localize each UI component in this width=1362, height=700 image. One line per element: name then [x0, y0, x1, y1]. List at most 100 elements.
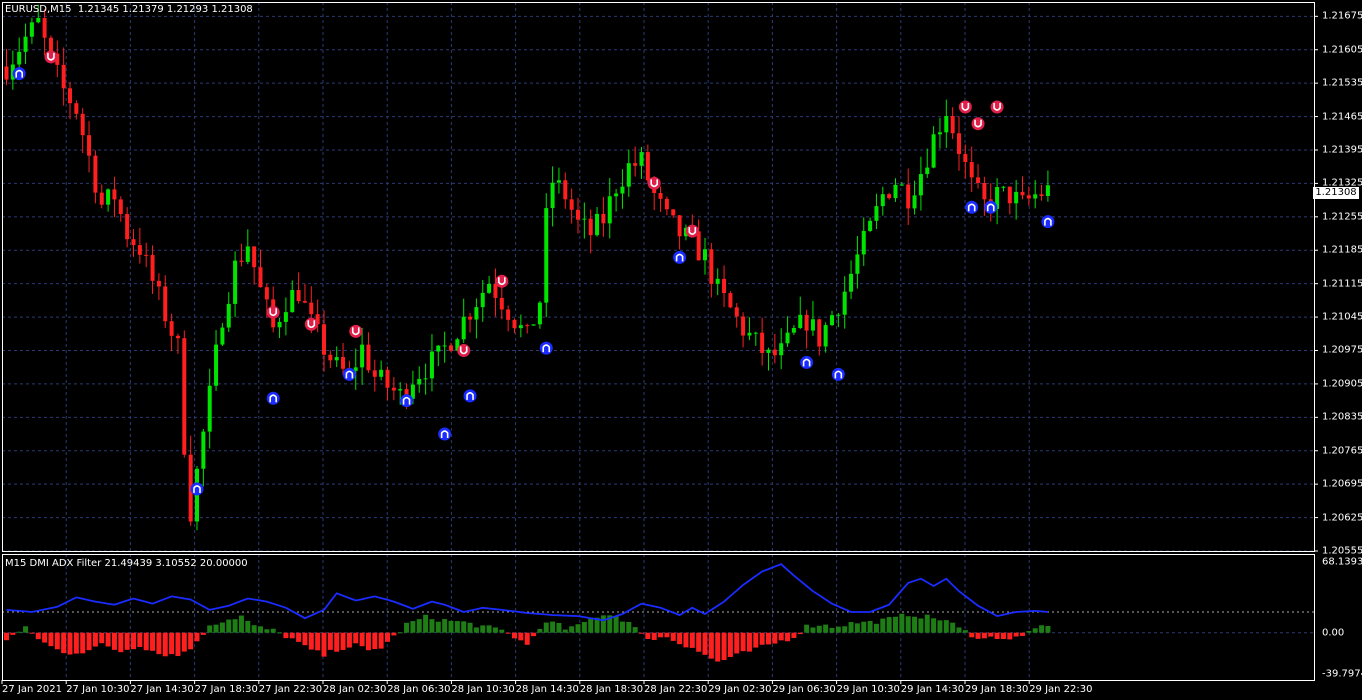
histogram-bar — [283, 632, 289, 639]
price-axis-label: 1.21255 — [1322, 211, 1362, 223]
candle-body — [925, 167, 930, 175]
candle-body — [474, 307, 479, 320]
histogram-bar — [905, 616, 911, 633]
histogram-bar — [80, 632, 86, 654]
candle-body — [556, 180, 561, 183]
candle-body — [87, 135, 92, 156]
histogram-bar — [1007, 632, 1013, 640]
histogram-bar — [4, 632, 9, 641]
histogram-bar — [931, 618, 937, 633]
candle-body — [810, 319, 815, 331]
sell-arrow-icon — [266, 305, 280, 319]
candle-body — [855, 254, 860, 274]
buy-arrow-icon — [190, 482, 204, 496]
sell-arrow-icon — [495, 274, 509, 288]
candle-body — [328, 354, 333, 361]
histogram-bar — [1032, 628, 1038, 633]
histogram-bar — [962, 630, 968, 633]
histogram-bar — [715, 632, 721, 662]
histogram-bar — [664, 632, 670, 638]
histogram-bar — [150, 632, 156, 651]
histogram-bar — [473, 627, 479, 633]
histogram-bar — [213, 624, 219, 633]
candle-body — [322, 324, 326, 355]
candle-body — [182, 338, 187, 455]
candle-body — [175, 335, 180, 339]
candle-body — [283, 312, 288, 322]
candle-body — [798, 314, 803, 329]
candle-body — [595, 213, 600, 236]
histogram-bar — [759, 632, 765, 645]
candle-body — [233, 260, 238, 304]
histogram-bar — [397, 632, 403, 634]
current-price-label: 1.21308 — [1313, 187, 1359, 199]
histogram-bar — [10, 632, 16, 635]
trading-chart[interactable] — [0, 0, 1362, 700]
candle-body — [944, 116, 949, 133]
candle-body — [487, 283, 492, 293]
indicator-scale-zero: 0.00 — [1322, 627, 1345, 639]
price-axis-label: 1.21045 — [1322, 311, 1362, 323]
price-axis-label: 1.21675 — [1322, 10, 1362, 22]
sell-arrow-icon — [349, 324, 363, 338]
histogram-bar — [619, 621, 625, 633]
buy-arrow-icon — [463, 389, 477, 403]
candle-body — [112, 189, 117, 200]
histogram-bar — [861, 621, 867, 633]
candle-body — [220, 327, 225, 345]
time-axis-label: 29 Jan 22:30 — [1029, 684, 1093, 695]
candle-body — [201, 431, 206, 469]
candle-body — [785, 332, 790, 344]
candle-body — [734, 307, 739, 317]
price-axis-label: 1.20975 — [1322, 344, 1362, 356]
candle-body — [899, 184, 904, 186]
time-axis-label: 29 Jan 06:30 — [772, 684, 836, 695]
histogram-bar — [696, 632, 702, 652]
candles-layer — [4, 4, 1050, 531]
candle-body — [976, 177, 981, 183]
histogram-bar — [232, 619, 238, 633]
candle-body — [125, 214, 130, 240]
candle-body — [480, 292, 485, 308]
candle-body — [436, 345, 441, 352]
candle-body — [747, 332, 752, 336]
candle-body — [868, 220, 873, 231]
candle-body — [1007, 186, 1012, 204]
candle-body — [588, 218, 593, 236]
candle-body — [417, 378, 422, 385]
histogram-bar — [245, 620, 251, 633]
buy-arrow-icon — [266, 391, 280, 405]
candle-body — [252, 246, 257, 268]
candle-body — [703, 249, 707, 261]
histogram-bar — [829, 627, 835, 633]
histogram-bar — [626, 621, 632, 633]
buy-arrow-icon — [12, 67, 26, 81]
candle-body — [817, 319, 822, 347]
histogram-bar — [778, 632, 784, 641]
candle-body — [68, 88, 72, 104]
histogram-bar — [918, 618, 924, 633]
histogram-bar — [315, 632, 321, 651]
candle-body — [906, 184, 911, 209]
histogram-bar — [562, 629, 568, 633]
histogram-bar — [956, 627, 962, 633]
candle-body — [1033, 194, 1038, 199]
candle-body — [360, 344, 365, 368]
histogram-bar — [410, 621, 416, 633]
histogram-bar — [766, 632, 771, 645]
candle-body — [258, 267, 263, 288]
time-axis-label: 28 Jan 18:30 — [579, 684, 644, 695]
candle-body — [106, 189, 111, 205]
histogram-bar — [912, 616, 918, 633]
candle-body — [893, 184, 898, 199]
time-axis-label: 28 Jan 22:30 — [644, 684, 708, 695]
histogram-bar — [975, 632, 981, 639]
price-axis-label: 1.21535 — [1322, 77, 1362, 89]
histogram-bar — [524, 632, 530, 645]
candle-body — [912, 195, 917, 209]
histogram-bar — [670, 632, 676, 641]
candle-body — [461, 316, 466, 340]
histogram-bar — [23, 626, 29, 633]
histogram-bar — [365, 632, 371, 651]
histogram-bar — [454, 621, 460, 633]
